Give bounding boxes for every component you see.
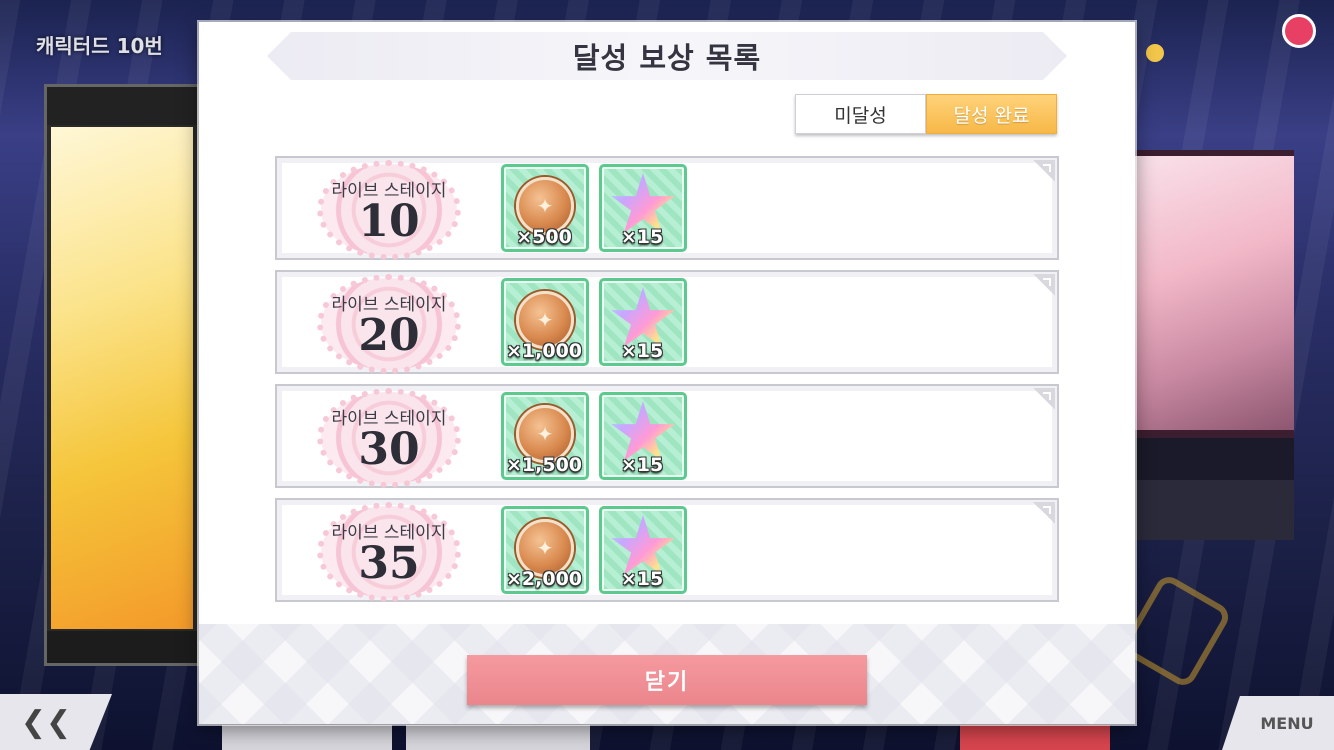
- tab-not-achieved[interactable]: 미달성: [795, 94, 926, 134]
- expand-corner-icon[interactable]: [1033, 160, 1055, 182]
- reward-quantity: ×2,000: [505, 568, 583, 590]
- background-currency-area: [1140, 8, 1330, 68]
- reward-quantity: ×15: [620, 454, 664, 476]
- close-button[interactable]: 닫기: [467, 655, 867, 705]
- coin-small-icon: [1146, 44, 1164, 62]
- reward-item-coin[interactable]: ✦ ×1,500: [501, 392, 589, 480]
- stage-badge: 라이브 스테이지 30: [317, 388, 461, 488]
- stage-badge: 라이브 스테이지 20: [317, 274, 461, 374]
- reward-items: ✦ ×500 ×15: [501, 164, 687, 252]
- member-card-footer: [47, 631, 197, 663]
- achievement-reward-modal: 달성 보상 목록 미달성 달성 완료 라이브 스테이지 10 ✦ ×500 ×1…: [199, 22, 1135, 724]
- notification-icon: [1282, 14, 1316, 48]
- bottom-tab-3: [960, 725, 1110, 750]
- reward-items: ✦ ×1,000 ×15: [501, 278, 687, 366]
- reward-row: 라이브 스테이지 20 ✦ ×1,000 ×15: [275, 270, 1059, 374]
- event-card-footer: [1134, 480, 1294, 540]
- reward-item-star[interactable]: ×15: [599, 278, 687, 366]
- expand-corner-icon[interactable]: [1033, 388, 1055, 410]
- reward-row: 라이브 스테이지 35 ✦ ×2,000 ×15: [275, 498, 1059, 602]
- reward-row: 라이브 스테이지 30 ✦ ×1,500 ×15: [275, 384, 1059, 488]
- event-card-bar: [1134, 438, 1294, 480]
- reward-items: ✦ ×1,500 ×15: [501, 392, 687, 480]
- member-card-header: [47, 87, 197, 125]
- stage-number: 20: [358, 310, 420, 361]
- expand-corner-icon[interactable]: [1033, 274, 1055, 296]
- reward-items: ✦ ×2,000 ×15: [501, 506, 687, 594]
- bottom-tab-1: [222, 725, 392, 750]
- tab-achieved[interactable]: 달성 완료: [926, 94, 1057, 134]
- reward-quantity: ×15: [620, 226, 664, 248]
- reward-item-star[interactable]: ×15: [599, 392, 687, 480]
- reward-item-coin[interactable]: ✦ ×1,000: [501, 278, 589, 366]
- stage-badge: 라이브 스테이지 35: [317, 502, 461, 602]
- reward-quantity: ×500: [516, 226, 572, 248]
- stage-number: 10: [358, 196, 420, 247]
- stage-number: 35: [358, 538, 420, 589]
- reward-item-coin[interactable]: ✦ ×2,000: [501, 506, 589, 594]
- background-member-card: [44, 84, 200, 666]
- reward-quantity: ×1,500: [505, 454, 583, 476]
- expand-corner-icon[interactable]: [1033, 502, 1055, 524]
- reward-list: 라이브 스테이지 10 ✦ ×500 ×15 라이브 스테이지 20 ✦ ×1,…: [275, 156, 1059, 612]
- menu-button[interactable]: MENU: [1222, 696, 1334, 750]
- background-title: 캐릭터드 10번: [36, 34, 163, 58]
- event-card-art: [1134, 156, 1294, 430]
- reward-quantity: ×1,000: [505, 340, 583, 362]
- reward-filter-tabs: 미달성 달성 완료: [795, 94, 1057, 134]
- bottom-tab-2: [406, 725, 590, 750]
- stage-badge: 라이브 스테이지 10: [317, 160, 461, 260]
- member-card-art: [51, 127, 193, 629]
- reward-quantity: ×15: [620, 340, 664, 362]
- background-event-card: [1134, 150, 1294, 540]
- reward-item-star[interactable]: ×15: [599, 164, 687, 252]
- reward-row: 라이브 스테이지 10 ✦ ×500 ×15: [275, 156, 1059, 260]
- reward-quantity: ×15: [620, 568, 664, 590]
- stage-number: 30: [358, 424, 420, 475]
- modal-title: 달성 보상 목록: [267, 32, 1067, 80]
- reward-item-star[interactable]: ×15: [599, 506, 687, 594]
- reward-item-coin[interactable]: ✦ ×500: [501, 164, 589, 252]
